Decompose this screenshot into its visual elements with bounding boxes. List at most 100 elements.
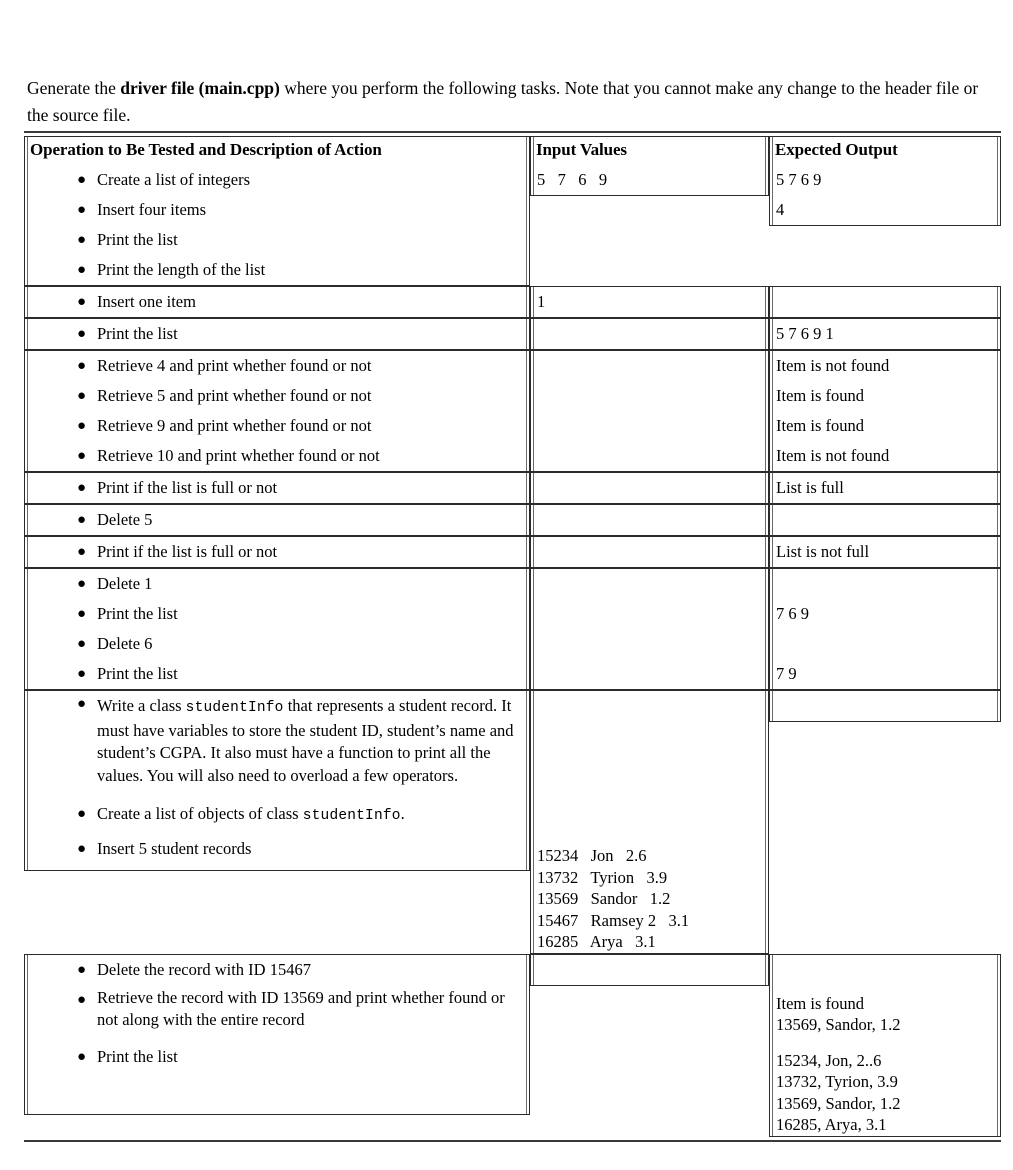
bullet-icon: ● [77,841,87,857]
operation-label: Retrieve the record with ID 13569 and pr… [97,987,505,1030]
operation-cell: ● Print the list [24,318,530,350]
input-spacer [531,781,768,811]
operation-list: ● Retrieve 4 and print whether found or n… [25,351,529,471]
operation-label: Print the list [97,230,178,249]
operation-label: Delete 1 [97,574,153,593]
table-row-student-info: ● Write a class studentInfo that represen… [24,690,1001,954]
output-value [770,505,1000,535]
list-item: ● Retrieve 4 and print whether found or n… [25,351,529,381]
input-value-list: 1 [531,287,768,317]
intro-bold-driver-file: driver file (main.cpp) [120,77,280,98]
bullet-icon: ● [77,606,87,622]
student-record-value: 16285 Arya 3.1 [537,932,656,951]
bullet-icon: ● [77,326,87,342]
table-header-row: Operation to Be Tested and Description o… [24,136,1001,165]
output-value-list: 5 7 6 9 4 [770,165,1000,225]
input-value-list: 5 7 6 9 [531,165,768,195]
operation-cell: ● Retrieve 4 and print whether found or n… [24,350,530,472]
output-value: Item is found [776,416,864,435]
output-value [770,287,1000,317]
input-spacer [531,691,768,721]
header-cell-output: Expected Output [769,136,1001,165]
list-item: ● Print the length of the list [25,255,529,285]
input-value: 1 [537,292,546,311]
header-cell-operation: Operation to Be Tested and Description o… [24,136,530,165]
list-item: ● Delete 1 [25,569,529,599]
operation-cell: ● Delete 5 [24,504,530,536]
input-value [531,441,768,471]
table-outer-bottom-rule [24,1139,1001,1142]
input-value [531,537,768,567]
list-item: ● Print if the list is full or not [25,537,529,567]
operation-list: ● Write a class studentInfo that represen… [25,691,529,864]
list-item-create-list: ● Create a list of objects of class stude… [25,791,529,831]
table-row: ● Delete 1 ● Print the list ● Delete 6 ● Pri… [24,568,1001,690]
input-value-list [531,505,768,535]
bullet-icon: ● [77,202,87,218]
output-value: List is full [776,478,844,497]
input-spacer [531,955,768,985]
output-value-list: List is full [770,473,1000,503]
operation-list: ● Print the list [25,319,529,349]
bullet-icon: ● [77,961,87,978]
header-cell-input: Input Values [530,136,769,165]
output-cell [769,690,1001,954]
tasks-table: Operation to Be Tested and Description o… [24,136,1001,1137]
list-item: ● Retrieve 5 and print whether found or n… [25,381,529,411]
input-value [531,411,768,441]
operation-cell: ● Delete the record with ID 15467 ● Retrie… [24,953,530,1137]
list-item: ● Print the list [25,659,529,689]
input-cell [530,472,769,504]
list-item: ● Create a list of integers [25,165,529,195]
output-value: 5 7 6 9 [776,170,822,189]
operation-label: Print the list [97,604,178,623]
operation-list: ● Insert one item [25,287,529,317]
output-value: Item is not found [776,446,890,465]
operation-label: Delete 6 [97,634,153,653]
output-value: 7 9 [776,664,797,683]
list-item: ● Retrieve 9 and print whether found or n… [25,411,529,441]
output-cell: List is not full [769,536,1001,568]
operation-label: Print the list [97,324,178,343]
output-value-list [770,505,1000,535]
output-spacer [770,691,1000,721]
table-row: ● Print the list 5 7 6 9 1 [24,318,1001,350]
operation-cell: ● Write a class studentInfo that represen… [24,690,530,954]
output-value: 7 6 9 [776,604,809,623]
bullet-icon: ● [77,576,87,592]
bullet-icon: ● [77,666,87,682]
operation-cell: ● Create a list of integers ● Insert four … [24,165,530,286]
operation-cell: ● Print if the list is full or not [24,536,530,568]
output-value: 5 7 6 9 1 [776,324,834,343]
input-value-list [531,537,768,567]
table-row: ● Retrieve 4 and print whether found or n… [24,350,1001,472]
table-row: ● Delete 5 [24,504,1001,536]
input-spacer [531,751,768,781]
list-item: ● Retrieve 10 and print whether found or … [25,441,529,471]
input-spacer [531,721,768,751]
input-cell: 15234 Jon 2.6 13732 Tyrion 3.9 13569 San… [530,690,769,954]
output-cell [769,286,1001,318]
output-cell: 5 7 6 9 1 [769,318,1001,350]
student-record-value: 15234 Jon 2.6 [537,846,647,865]
operation-cell: ● Print if the list is full or not [24,472,530,504]
input-cell [530,568,769,690]
header-operation-label: Operation to Be Tested and Description o… [30,140,382,159]
output-spacer [770,955,1000,985]
table-row: ● Insert one item 1 [24,286,1001,318]
input-value-list: 15234 Jon 2.6 13732 Tyrion 3.9 13569 San… [531,691,768,953]
list-item: ● Insert four items [25,195,529,225]
input-value [531,629,768,659]
header-input-label: Input Values [536,140,627,159]
bullet-icon: ● [77,448,87,464]
output-cell [769,504,1001,536]
output-value: Item is found [776,386,864,405]
list-item-write-class: ● Write a class studentInfo that represen… [25,691,529,791]
input-cell: 5 7 6 9 [530,165,769,286]
output-value-list: 5 7 6 9 1 [770,319,1000,349]
bullet-icon: ● [77,991,87,1008]
input-cell [530,504,769,536]
output-cell: 5 7 6 9 4 [769,165,1001,286]
input-value [531,381,768,411]
tasks-table-wrapper: Operation to Be Tested and Description o… [24,131,1001,1142]
